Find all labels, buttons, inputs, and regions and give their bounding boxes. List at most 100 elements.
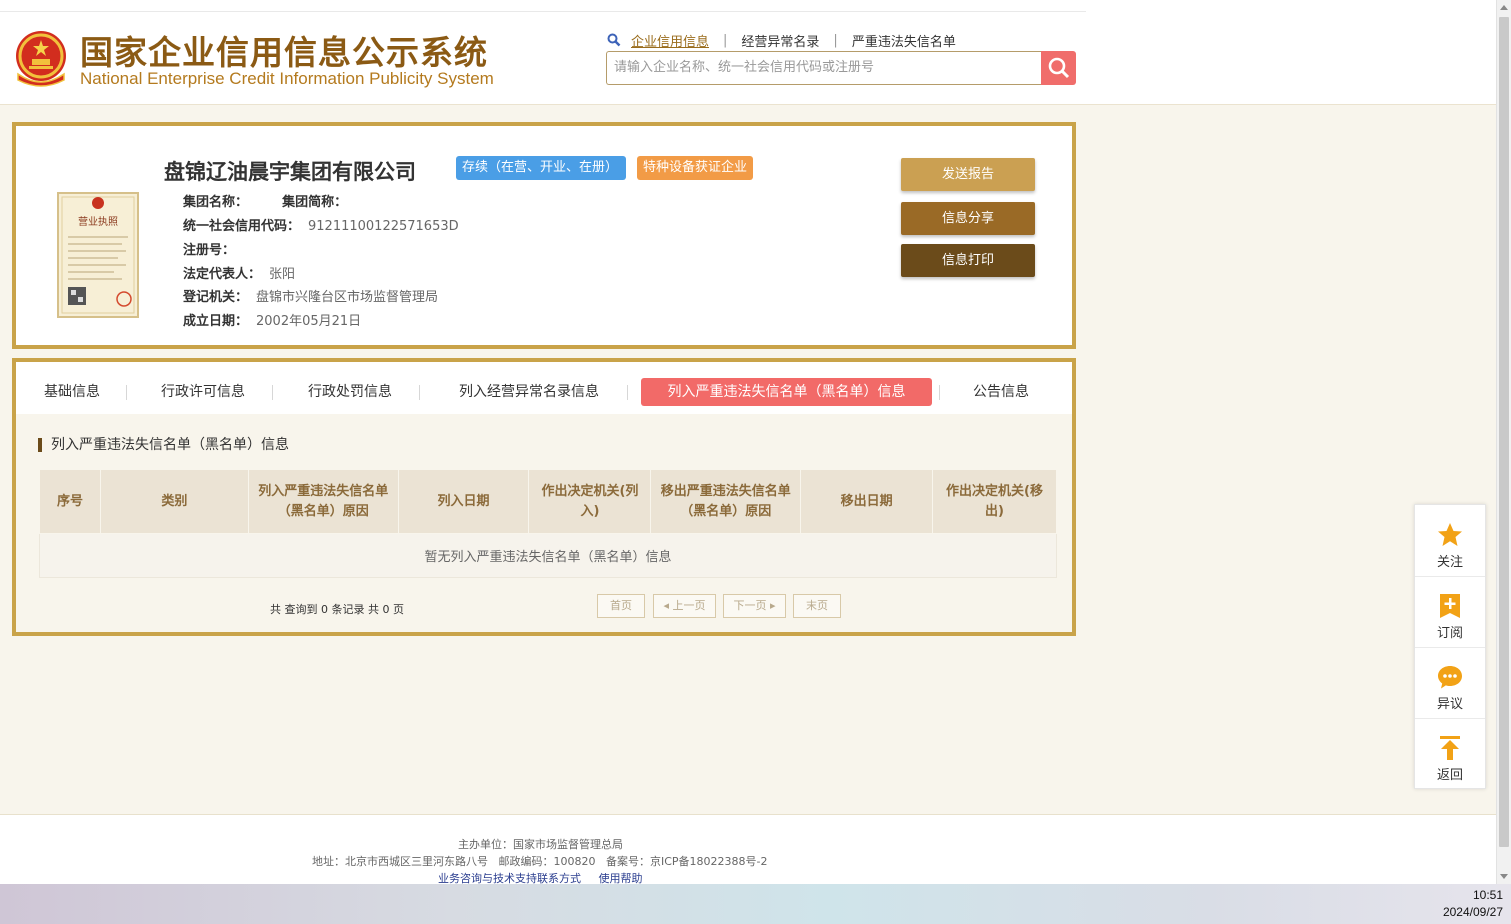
empty-message: 暂无列入严重违法失信名单（黑名单）信息 xyxy=(39,533,1057,578)
subscribe-label: 订阅 xyxy=(1436,626,1463,641)
first-page-button[interactable]: 首页 xyxy=(597,594,645,618)
objection-button[interactable]: 异议 xyxy=(1415,647,1485,718)
next-page-label: 下一页 xyxy=(733,599,767,612)
column-header: 作出决定机关(移出) xyxy=(932,469,1057,534)
reg-no-label: 注册号： xyxy=(183,243,236,258)
link-abnormal-list[interactable]: 经营异常名录 xyxy=(741,31,819,50)
site-title-en: National Enterprise Credit Information P… xyxy=(80,69,494,88)
search-input[interactable]: 请输入企业名称、统一社会信用代码或注册号 xyxy=(606,51,1042,85)
tab-separator xyxy=(627,385,628,400)
blacklist-table: 序号 类别 列入严重违法失信名单（黑名单）原因 列入日期 作出决定机关(列入) … xyxy=(39,469,1057,578)
link-enterprise-credit[interactable]: 企业信用信息 xyxy=(631,31,709,50)
company-name: 盘锦辽油晨宇集团有限公司 xyxy=(164,160,416,184)
search-icon xyxy=(1048,57,1069,79)
group-short-label: 集团简称： xyxy=(282,195,348,210)
company-card: 营业执照 盘锦辽油晨宇集团有限公司 存续（在营、开业、在册） 特种设备获证企业 … xyxy=(12,122,1076,349)
chevron-right-icon: ▸ xyxy=(766,599,776,612)
share-info-button[interactable]: 信息分享 xyxy=(901,202,1035,235)
side-float-toolbar: 关注 订阅 异议 返回 xyxy=(1414,504,1486,789)
site-header: 国家企业信用信息公示系统 National Enterprise Credit … xyxy=(0,0,1496,105)
chevron-left-icon: ◂ xyxy=(663,599,673,612)
info-tabs: 基础信息 行政许可信息 行政处罚信息 列入经营异常名录信息 列入严重违法失信名单… xyxy=(12,358,1076,418)
legal-rep-value: 张阳 xyxy=(269,267,296,282)
tab-blacklist[interactable]: 列入严重违法失信名单（黑名单）信息 xyxy=(641,378,932,406)
subscribe-button[interactable]: 订阅 xyxy=(1415,576,1485,647)
founded-label: 成立日期： xyxy=(183,314,249,329)
search-button[interactable] xyxy=(1041,51,1076,85)
column-header: 移出严重违法失信名单（黑名单）原因 xyxy=(650,469,802,534)
credit-code-row: 统一社会信用代码： 91211100122571653D xyxy=(183,215,459,234)
star-icon xyxy=(1438,523,1462,546)
tab-admin-penalty[interactable]: 行政处罚信息 xyxy=(293,378,407,406)
footer-icp: 备案号：京ICP备18022388号-2 xyxy=(606,855,768,868)
blacklist-panel: 列入严重违法失信名单（黑名单）信息 序号 类别 列入严重违法失信名单（黑名单）原… xyxy=(12,414,1076,636)
objection-label: 异议 xyxy=(1436,697,1463,712)
status-badge: 存续（在营、开业、在册） xyxy=(456,156,626,180)
tab-separator xyxy=(272,385,273,400)
table-row: 暂无列入严重违法失信名单（黑名单）信息 xyxy=(39,533,1057,578)
tab-separator xyxy=(419,385,420,400)
footer-host: 主办单位：国家市场监督管理总局 xyxy=(458,838,623,851)
founded-value: 2002年05月21日 xyxy=(256,314,362,329)
header-divider xyxy=(0,11,1086,12)
column-header: 移出日期 xyxy=(800,469,934,534)
column-header: 列入严重违法失信名单（黑名单）原因 xyxy=(247,469,399,534)
reg-no-row: 注册号： xyxy=(183,239,235,258)
back-to-top-button[interactable]: 返回 xyxy=(1415,718,1485,789)
authority-row: 登记机关： 盘锦市兴隆台区市场监督管理局 xyxy=(183,286,438,305)
authority-value: 盘锦市兴隆台区市场监督管理局 xyxy=(256,290,439,305)
legal-rep-label: 法定代表人： xyxy=(183,267,262,282)
column-header: 类别 xyxy=(99,469,249,534)
scroll-down-arrow-icon[interactable] xyxy=(1500,874,1508,879)
os-taskbar: 10:51 2024/09/27 xyxy=(0,884,1511,924)
license-title: 营业执照 xyxy=(78,215,118,228)
national-emblem-icon xyxy=(16,31,66,87)
table-header-row: 序号 类别 列入严重违法失信名单（黑名单）原因 列入日期 作出决定机关(列入) … xyxy=(39,469,1057,534)
search-small-icon xyxy=(607,33,621,47)
footer-address-row: 地址：北京市西城区三里河东路八号 邮政编码：100820 备案号：京ICP备18… xyxy=(312,853,768,869)
link-separator: | xyxy=(833,32,838,48)
pager-summary: 共 查询到 0 条记录 共 0 页 xyxy=(270,603,404,616)
legal-rep-row: 法定代表人： 张阳 xyxy=(183,263,295,282)
site-footer: 主办单位：国家市场监督管理总局 地址：北京市西城区三里河东路八号 邮政编码：10… xyxy=(0,814,1496,885)
column-header: 列入日期 xyxy=(397,469,530,534)
tab-basic-info[interactable]: 基础信息 xyxy=(30,378,114,406)
credit-code-label: 统一社会信用代码： xyxy=(183,219,301,234)
tab-abnormal-operations[interactable]: 列入经营异常名录信息 xyxy=(438,378,620,406)
scrollbar-thumb[interactable] xyxy=(1499,17,1509,847)
credit-code-value: 91211100122571653D xyxy=(308,219,459,234)
vertical-scrollbar[interactable] xyxy=(1496,0,1511,884)
print-info-button[interactable]: 信息打印 xyxy=(901,244,1035,277)
arrow-up-icon xyxy=(1440,736,1460,760)
footer-address: 地址：北京市西城区三里河东路八号 xyxy=(312,855,488,868)
site-title-cn: 国家企业信用信息公示系统 xyxy=(80,33,488,72)
prev-page-button[interactable]: ◂ 上一页 xyxy=(653,594,716,618)
authority-label: 登记机关： xyxy=(183,290,249,305)
link-separator: | xyxy=(723,32,728,48)
section-title: 列入严重违法失信名单（黑名单）信息 xyxy=(38,438,289,452)
column-header: 作出决定机关(列入) xyxy=(528,469,652,534)
business-license-image[interactable]: 营业执照 xyxy=(56,191,140,319)
clock-date: 2024/09/27 xyxy=(1442,905,1503,919)
bookmark-plus-icon xyxy=(1440,594,1460,618)
scroll-up-arrow-icon[interactable] xyxy=(1500,5,1508,10)
footer-postcode: 邮政编码：100820 xyxy=(498,855,596,868)
tab-announcements[interactable]: 公告信息 xyxy=(956,378,1046,406)
group-name-row: 集团名称： 集团简称： xyxy=(183,191,347,210)
founded-row: 成立日期： 2002年05月21日 xyxy=(183,310,361,329)
tab-separator xyxy=(939,385,940,400)
certified-badge: 特种设备获证企业 xyxy=(637,156,753,180)
send-report-button[interactable]: 发送报告 xyxy=(901,158,1035,191)
tab-admin-license[interactable]: 行政许可信息 xyxy=(146,378,260,406)
system-clock[interactable]: 10:51 2024/09/27 xyxy=(1443,887,1503,921)
chat-bubble-icon xyxy=(1438,666,1462,689)
follow-button[interactable]: 关注 xyxy=(1415,505,1485,576)
link-blacklist[interactable]: 严重违法失信名单 xyxy=(852,31,956,50)
tab-separator xyxy=(126,385,127,400)
follow-label: 关注 xyxy=(1436,555,1463,570)
last-page-button[interactable]: 末页 xyxy=(793,594,841,618)
clock-time: 10:51 xyxy=(1472,888,1503,902)
prev-page-label: 上一页 xyxy=(672,599,706,612)
next-page-button[interactable]: 下一页 ▸ xyxy=(723,594,786,618)
column-header: 序号 xyxy=(39,469,101,534)
